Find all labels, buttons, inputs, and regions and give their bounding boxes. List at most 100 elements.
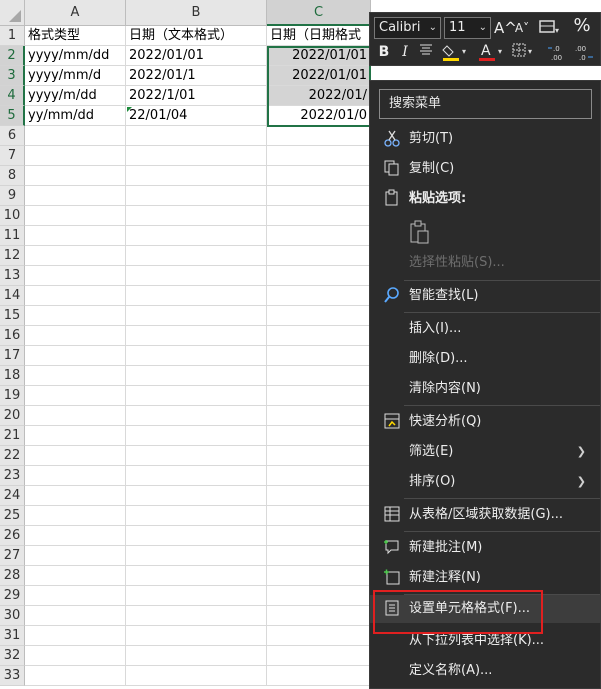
cell-b1[interactable]: 日期（文本格式）: [126, 26, 267, 46]
empty-cell[interactable]: [25, 446, 126, 466]
row-header[interactable]: 2: [0, 46, 25, 66]
menu-item-smart-lookup[interactable]: 智能查找(L): [370, 282, 601, 310]
empty-cell[interactable]: [126, 626, 267, 646]
empty-cell[interactable]: [126, 586, 267, 606]
empty-cell[interactable]: [126, 206, 267, 226]
empty-cell[interactable]: [25, 606, 126, 626]
empty-cell[interactable]: [267, 646, 371, 666]
empty-cell[interactable]: [267, 566, 371, 586]
empty-cell[interactable]: [126, 606, 267, 626]
empty-cell[interactable]: [126, 506, 267, 526]
row-header[interactable]: 26: [0, 526, 25, 546]
row-header[interactable]: 1: [0, 26, 25, 46]
empty-cell[interactable]: [267, 506, 371, 526]
empty-cell[interactable]: [267, 266, 371, 286]
row-header[interactable]: 27: [0, 546, 25, 566]
row-header[interactable]: 32: [0, 646, 25, 666]
empty-cell[interactable]: [126, 386, 267, 406]
menu-item-define-name[interactable]: 定义名称(A)...: [370, 657, 601, 685]
column-header-a[interactable]: A: [25, 0, 126, 26]
empty-cell[interactable]: [25, 126, 126, 146]
menu-item-pick-from-dropdown[interactable]: 从下拉列表中选择(K)...: [370, 627, 601, 655]
row-header[interactable]: 21: [0, 426, 25, 446]
select-all-corner[interactable]: [0, 0, 25, 26]
empty-cell[interactable]: [126, 326, 267, 346]
empty-cell[interactable]: [126, 426, 267, 446]
row-header[interactable]: 5: [0, 106, 25, 126]
row-header[interactable]: 9: [0, 186, 25, 206]
empty-cell[interactable]: [25, 426, 126, 446]
menu-item-format-cells[interactable]: 设置单元格格式(F)...: [370, 595, 601, 623]
cell-c3[interactable]: 2022/01/01: [267, 66, 371, 86]
cell-b3[interactable]: 2022/01/1: [126, 66, 267, 86]
empty-cell[interactable]: [126, 666, 267, 686]
empty-cell[interactable]: [25, 346, 126, 366]
empty-cell[interactable]: [25, 386, 126, 406]
bold-button[interactable]: B: [376, 42, 392, 62]
increase-decimal-button[interactable]: .0.00: [546, 42, 570, 68]
cell-styles-button[interactable]: ▾: [536, 18, 562, 42]
font-name-dropdown[interactable]: Calibri ⌄: [374, 17, 441, 39]
empty-cell[interactable]: [25, 486, 126, 506]
empty-cell[interactable]: [267, 466, 371, 486]
empty-cell[interactable]: [267, 546, 371, 566]
italic-button[interactable]: I: [397, 42, 413, 62]
fill-color-button[interactable]: ▾: [440, 42, 470, 68]
cell-a4[interactable]: yyyy/m/dd: [25, 86, 126, 106]
empty-cell[interactable]: [126, 486, 267, 506]
borders-button[interactable]: ▾: [510, 42, 538, 66]
empty-cell[interactable]: [267, 386, 371, 406]
empty-cell[interactable]: [25, 646, 126, 666]
empty-cell[interactable]: [126, 366, 267, 386]
empty-cell[interactable]: [126, 646, 267, 666]
empty-cell[interactable]: [126, 306, 267, 326]
empty-cell[interactable]: [267, 226, 371, 246]
empty-cell[interactable]: [25, 586, 126, 606]
empty-cell[interactable]: [25, 466, 126, 486]
empty-cell[interactable]: [267, 346, 371, 366]
row-header[interactable]: 15: [0, 306, 25, 326]
empty-cell[interactable]: [25, 506, 126, 526]
empty-cell[interactable]: [267, 666, 371, 686]
empty-cell[interactable]: [267, 626, 371, 646]
row-header[interactable]: 20: [0, 406, 25, 426]
menu-item-quick-analysis[interactable]: 快速分析(Q): [370, 408, 601, 436]
empty-cell[interactable]: [267, 186, 371, 206]
cell-b4[interactable]: 2022/1/01: [126, 86, 267, 106]
menu-item-copy[interactable]: 复制(C): [370, 155, 601, 183]
empty-cell[interactable]: [267, 526, 371, 546]
empty-cell[interactable]: [25, 626, 126, 646]
row-header[interactable]: 24: [0, 486, 25, 506]
empty-cell[interactable]: [267, 486, 371, 506]
menu-item-filter[interactable]: 筛选(E) ❯: [370, 438, 601, 466]
empty-cell[interactable]: [267, 366, 371, 386]
paste-option-keep-source-button[interactable]: [408, 219, 432, 245]
row-header[interactable]: 8: [0, 166, 25, 186]
menu-item-sort[interactable]: 排序(O) ❯: [370, 468, 601, 496]
empty-cell[interactable]: [25, 146, 126, 166]
menu-item-insert[interactable]: 插入(I)...: [370, 315, 601, 343]
empty-cell[interactable]: [267, 206, 371, 226]
empty-cell[interactable]: [126, 466, 267, 486]
empty-cell[interactable]: [25, 186, 126, 206]
empty-cell[interactable]: [25, 266, 126, 286]
row-header[interactable]: 14: [0, 286, 25, 306]
empty-cell[interactable]: [126, 346, 267, 366]
align-center-button[interactable]: [418, 42, 434, 62]
search-menu-input[interactable]: 搜索菜单: [379, 89, 592, 119]
cell-a3[interactable]: yyyy/mm/d: [25, 66, 126, 86]
empty-cell[interactable]: [25, 566, 126, 586]
empty-cell[interactable]: [126, 546, 267, 566]
row-header[interactable]: 11: [0, 226, 25, 246]
menu-item-cut[interactable]: 剪切(T): [370, 125, 601, 153]
cell-c2[interactable]: 2022/01/01: [267, 46, 371, 66]
row-header[interactable]: 22: [0, 446, 25, 466]
row-header[interactable]: 16: [0, 326, 25, 346]
empty-cell[interactable]: [25, 326, 126, 346]
menu-item-new-comment[interactable]: 新建批注(M): [370, 534, 601, 562]
empty-cell[interactable]: [267, 326, 371, 346]
decrease-decimal-button[interactable]: .00.0: [572, 42, 596, 68]
empty-cell[interactable]: [267, 606, 371, 626]
row-header[interactable]: 23: [0, 466, 25, 486]
empty-cell[interactable]: [267, 586, 371, 606]
